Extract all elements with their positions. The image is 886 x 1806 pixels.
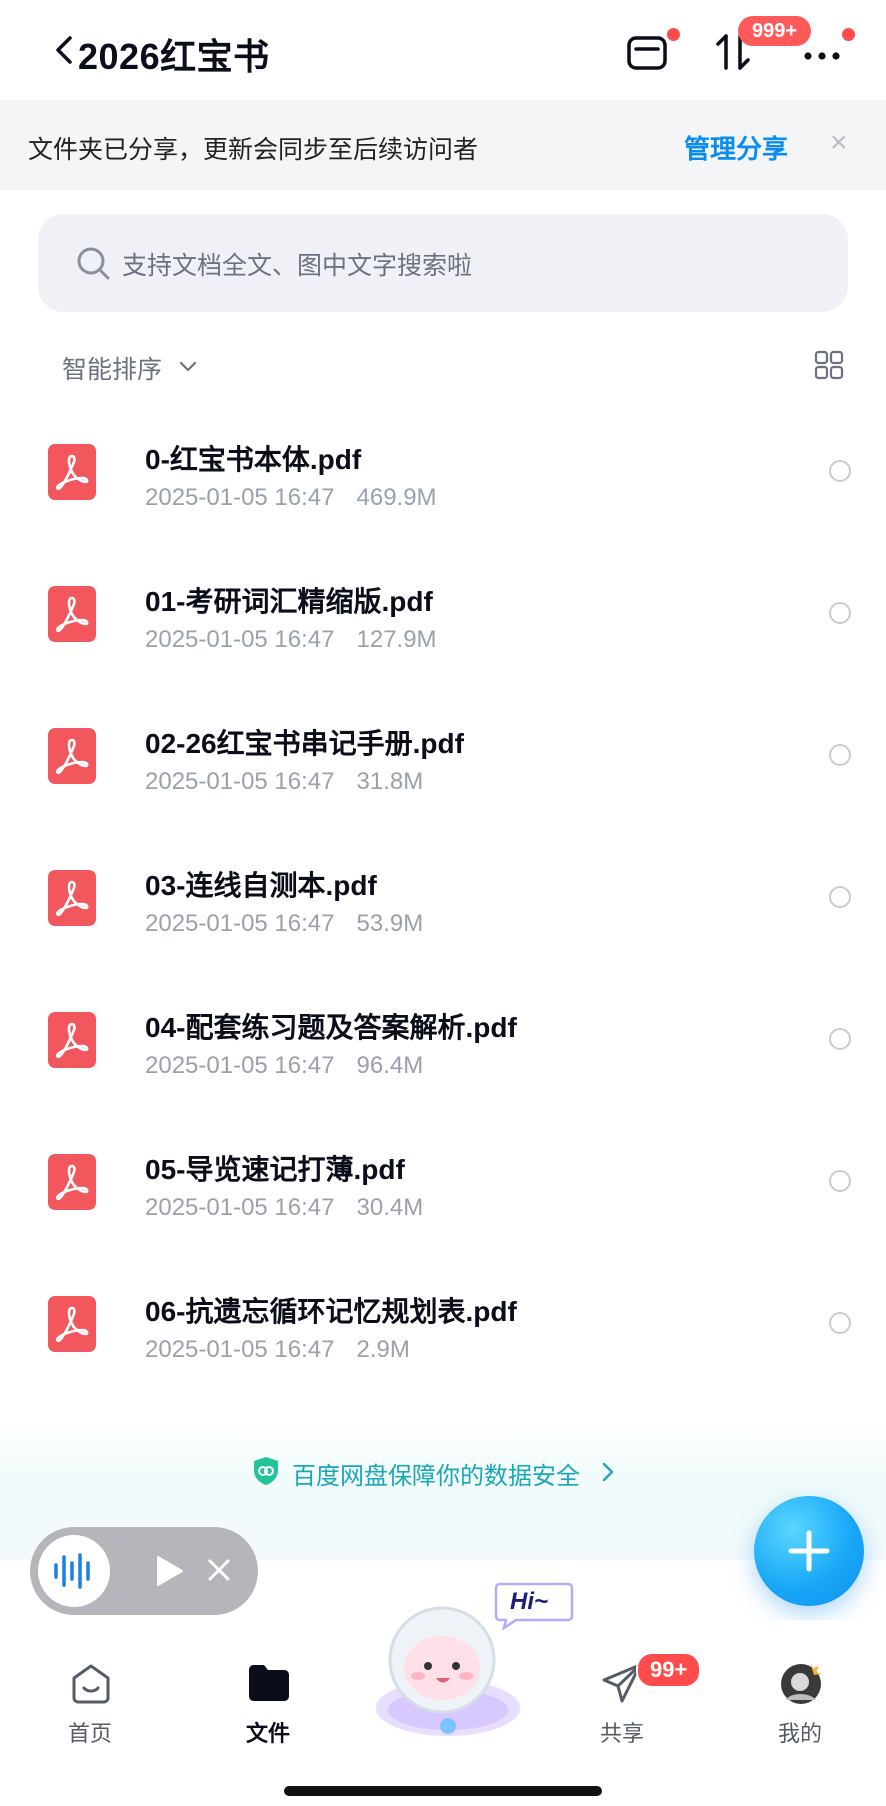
sort-dropdown[interactable]: 智能排序	[62, 350, 162, 386]
file-name: 05-导览速记打薄.pdf	[145, 1154, 405, 1185]
manage-share-link[interactable]: 管理分享	[684, 129, 788, 166]
tab-home[interactable]: 首页	[30, 1660, 150, 1760]
tab-mine-label: 我的	[777, 1721, 822, 1746]
file-size: 469.9M	[356, 484, 437, 511]
tab-home-label: 首页	[67, 1721, 112, 1746]
select-radio[interactable]	[829, 886, 851, 908]
tab-share-label: 共享	[599, 1721, 644, 1746]
add-button[interactable]	[754, 1496, 864, 1606]
file-name: 01-考研词汇精缩版.pdf	[145, 586, 433, 617]
list-item[interactable]: 01-考研词汇精缩版.pdf 2025-01-05 16:47 127.9M	[0, 546, 886, 688]
select-radio[interactable]	[829, 602, 851, 624]
pdf-icon	[48, 870, 96, 926]
file-name: 04-配套练习题及答案解析.pdf	[145, 1012, 517, 1043]
tab-files[interactable]: 文件	[208, 1660, 328, 1760]
share-notice-text: 文件夹已分享，更新会同步至后续访问者	[28, 136, 479, 164]
pdf-icon	[48, 1154, 96, 1210]
list-item[interactable]: 05-导览速记打薄.pdf 2025-01-05 16:47 30.4M	[0, 1114, 886, 1256]
share-notice-bar: 文件夹已分享，更新会同步至后续访问者 管理分享 ×	[0, 100, 886, 190]
file-date: 2025-01-05 16:47	[145, 1336, 335, 1363]
audio-button[interactable]	[38, 1535, 110, 1607]
more-icon[interactable]	[800, 34, 844, 78]
file-size: 127.9M	[356, 626, 437, 653]
list-item[interactable]: 03-连线自测本.pdf 2025-01-05 16:47 53.9M	[0, 830, 886, 972]
file-date: 2025-01-05 16:47	[145, 626, 335, 653]
file-meta: 2025-01-05 16:47 127.9M	[145, 626, 437, 654]
search-input[interactable]: 支持文档全文、图中文字搜索啦	[38, 214, 848, 312]
file-meta: 2025-01-05 16:47 31.8M	[145, 768, 423, 796]
list-item[interactable]: 04-配套练习题及答案解析.pdf 2025-01-05 16:47 96.4M	[0, 972, 886, 1114]
back-icon[interactable]	[50, 28, 80, 72]
chevron-down-icon[interactable]	[178, 356, 198, 376]
file-meta: 2025-01-05 16:47 2.9M	[145, 1336, 410, 1364]
file-meta: 2025-01-05 16:47 469.9M	[145, 484, 437, 512]
file-date: 2025-01-05 16:47	[145, 1052, 335, 1079]
select-radio[interactable]	[829, 744, 851, 766]
home-indicator	[284, 1786, 602, 1796]
tab-files-label: 文件	[245, 1721, 290, 1746]
album-dot	[667, 28, 680, 41]
pdf-icon	[48, 1296, 96, 1352]
top-bar: 2026红宝书 999+	[0, 0, 886, 100]
pdf-icon	[48, 444, 96, 500]
security-banner-text: 百度网盘保障你的数据安全	[292, 1463, 580, 1490]
select-radio[interactable]	[829, 1170, 851, 1192]
mascot-bubble-text: Hi~	[510, 1588, 549, 1615]
file-size: 30.4M	[356, 1194, 424, 1221]
file-date: 2025-01-05 16:47	[145, 768, 335, 795]
pdf-icon	[48, 586, 96, 642]
file-name: 0-红宝书本体.pdf	[145, 444, 362, 475]
file-date: 2025-01-05 16:47	[145, 910, 335, 937]
file-size: 2.9M	[356, 1336, 410, 1363]
list-item[interactable]: 06-抗遗忘循环记忆规划表.pdf 2025-01-05 16:47 2.9M	[0, 1256, 886, 1398]
tab-mine[interactable]: 我的	[740, 1660, 860, 1760]
select-radio[interactable]	[829, 1312, 851, 1334]
list-item[interactable]: 0-红宝书本体.pdf 2025-01-05 16:47 469.9M	[0, 404, 886, 546]
share-badge: 99+	[636, 1652, 702, 1688]
waveform-icon	[54, 1553, 90, 1589]
play-icon[interactable]	[148, 1551, 188, 1591]
file-date: 2025-01-05 16:47	[145, 484, 335, 511]
grid-view-icon[interactable]	[814, 350, 844, 380]
pdf-icon	[48, 1012, 96, 1068]
file-name: 02-26红宝书串记手册.pdf	[145, 728, 464, 759]
album-icon[interactable]	[626, 30, 670, 74]
file-meta: 2025-01-05 16:47 53.9M	[145, 910, 423, 938]
file-name: 06-抗遗忘循环记忆规划表.pdf	[145, 1296, 517, 1327]
file-meta: 2025-01-05 16:47 96.4M	[145, 1052, 423, 1080]
chevron-right-icon	[602, 1462, 614, 1482]
close-icon[interactable]: ×	[830, 126, 848, 160]
file-size: 96.4M	[356, 1052, 424, 1079]
folder-icon	[249, 1665, 289, 1701]
shield-icon	[254, 1457, 278, 1485]
search-icon	[77, 247, 110, 280]
pdf-icon	[48, 728, 96, 784]
file-name: 03-连线自测本.pdf	[145, 870, 377, 901]
select-radio[interactable]	[829, 1028, 851, 1050]
close-icon[interactable]	[202, 1553, 236, 1587]
file-size: 53.9M	[356, 910, 424, 937]
file-size: 31.8M	[356, 768, 424, 795]
page-title: 2026红宝书	[78, 36, 270, 77]
audio-player-pill	[30, 1527, 258, 1615]
search-placeholder: 支持文档全文、图中文字搜索啦	[122, 252, 473, 280]
select-radio[interactable]	[829, 460, 851, 482]
more-dot	[842, 28, 855, 41]
list-item[interactable]: 02-26红宝书串记手册.pdf 2025-01-05 16:47 31.8M	[0, 688, 886, 830]
file-meta: 2025-01-05 16:47 30.4M	[145, 1194, 423, 1222]
plus-icon	[788, 1530, 830, 1572]
file-date: 2025-01-05 16:47	[145, 1194, 335, 1221]
home-icon	[72, 1664, 110, 1704]
avatar	[781, 1662, 822, 1704]
